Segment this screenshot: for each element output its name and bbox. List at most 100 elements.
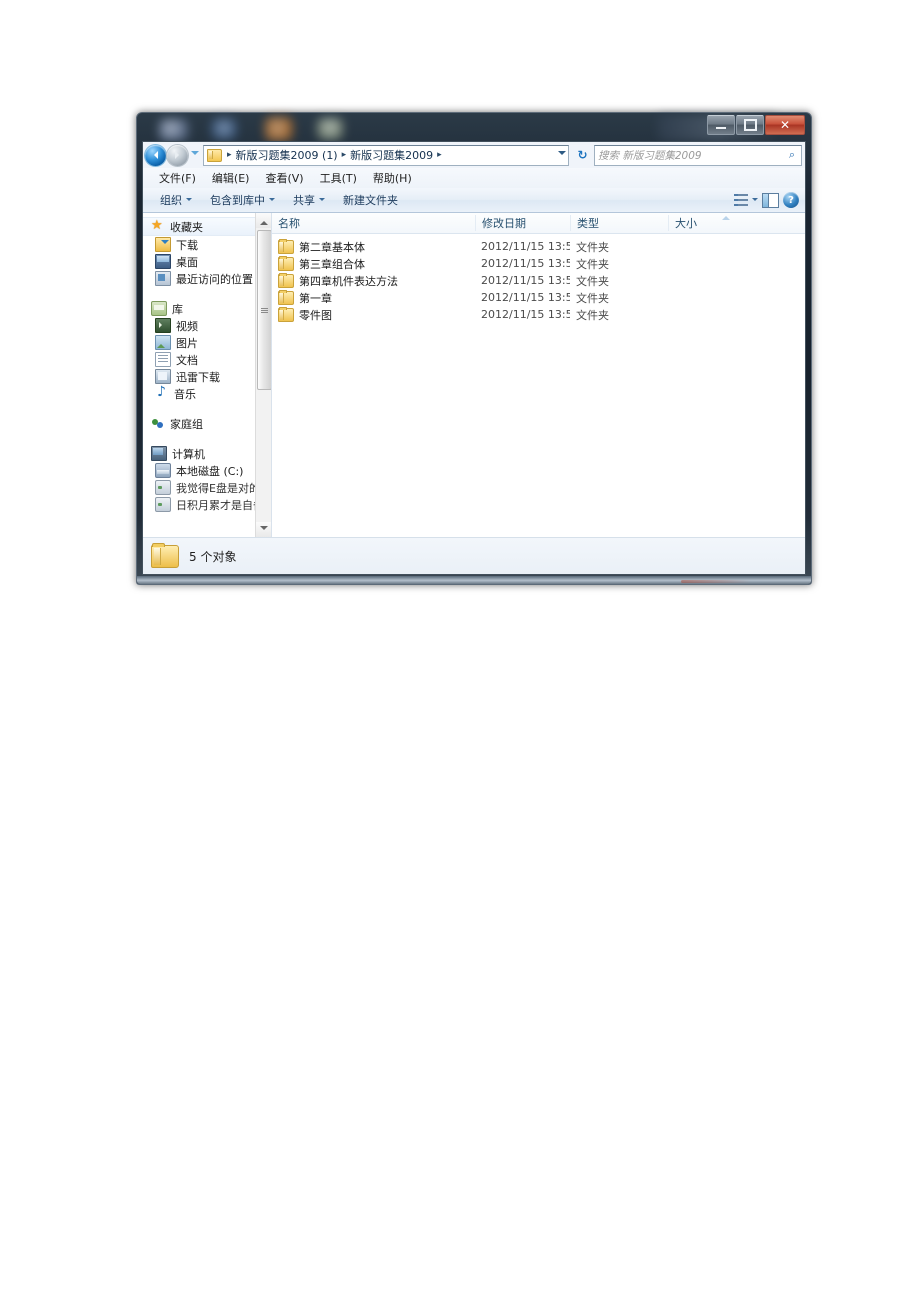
table-row[interactable]: 第四章机件表达方法 2012/11/15 13:56 文件夹: [272, 272, 805, 289]
sidebar-item-favorites[interactable]: 收藏夹: [143, 217, 271, 236]
sidebar-item-drive-e[interactable]: 我觉得E盘是对的: [143, 479, 271, 496]
file-name-label: 第二章基本体: [299, 240, 365, 254]
column-header-name[interactable]: 名称: [272, 215, 475, 231]
file-name-label: 第三章组合体: [299, 257, 365, 271]
computer-icon: [151, 446, 167, 461]
scroll-down-button[interactable]: [256, 522, 271, 537]
homegroup-icon: [151, 417, 165, 430]
column-headers: 名称 修改日期 类型 大小: [272, 213, 805, 234]
file-list-pane: 名称 修改日期 类型 大小 第二章基本体 2012/11/15 13:56 文件…: [272, 213, 805, 537]
forward-button[interactable]: [167, 144, 188, 166]
sidebar-item-recent-places[interactable]: 最近访问的位置: [143, 270, 271, 287]
file-name-label: 零件图: [299, 308, 332, 322]
refresh-button[interactable]: ↻: [574, 147, 591, 164]
triangle-up-icon: [259, 217, 268, 225]
grip-icon: [261, 307, 268, 313]
share-with-button[interactable]: 共享: [284, 189, 334, 211]
folder-icon: [278, 272, 294, 288]
music-icon: [155, 384, 169, 400]
new-folder-button[interactable]: 新建文件夹: [334, 189, 407, 211]
menu-item-help[interactable]: 帮助(H): [365, 168, 420, 188]
sidebar-item-label: 本地磁盘 (C:): [176, 464, 244, 478]
nav-group-spacer: [143, 432, 271, 445]
cell-type: 文件夹: [576, 274, 609, 288]
column-header-type[interactable]: 类型: [570, 215, 668, 231]
include-in-library-button[interactable]: 包含到库中: [201, 189, 284, 211]
folder-icon: [207, 148, 222, 162]
column-header-size[interactable]: 大小: [668, 215, 730, 231]
sidebar-item-documents[interactable]: 文档: [143, 351, 271, 368]
sidebar-item-pictures[interactable]: 图片: [143, 334, 271, 351]
window-glass-frame: ✕ ▸ 新版习题集2009 (1) ▸ 新版习题集2009 ▸ ↻ 搜索 新版习…: [136, 112, 812, 585]
sidebar-item-label: 下载: [176, 238, 198, 252]
back-arrow-icon: [150, 151, 158, 159]
folder-icon: [278, 289, 294, 305]
table-row[interactable]: 零件图 2012/11/15 13:56 文件夹: [272, 306, 805, 323]
scroll-up-button[interactable]: [256, 213, 271, 228]
sidebar-item-downloads[interactable]: 下载: [143, 236, 271, 253]
window-controls: ✕: [707, 115, 805, 135]
cell-type: 文件夹: [576, 257, 609, 271]
cell-name: 第一章: [272, 289, 475, 306]
column-header-date-modified[interactable]: 修改日期: [475, 215, 570, 231]
table-row[interactable]: 第三章组合体 2012/11/15 13:56 文件夹: [272, 255, 805, 272]
breadcrumb[interactable]: ▸ 新版习题集2009 (1) ▸ 新版习题集2009 ▸: [203, 144, 569, 166]
breadcrumb-chevron-down-icon[interactable]: [558, 151, 566, 159]
breadcrumb-separator: ▸: [227, 150, 232, 160]
scrollbar-thumb[interactable]: [257, 230, 271, 390]
desktop-blur-smudge: [159, 119, 189, 141]
menu-item-view[interactable]: 查看(V): [257, 168, 311, 188]
menu-item-file[interactable]: 文件(F): [151, 168, 204, 188]
sidebar-item-videos[interactable]: 视频: [143, 317, 271, 334]
close-icon: ✕: [779, 118, 791, 132]
sidebar-item-label: 库: [172, 302, 183, 316]
forward-arrow-icon: [175, 151, 183, 159]
organize-button[interactable]: 组织: [151, 189, 201, 211]
chevron-down-icon: [186, 198, 192, 204]
nav-group-homegroup: 家庭组: [143, 415, 271, 432]
sidebar-item-label: 我觉得E盘是对的: [176, 481, 260, 495]
sidebar-item-label: 计算机: [172, 447, 205, 461]
table-row[interactable]: 第一章 2012/11/15 13:56 文件夹: [272, 289, 805, 306]
sidebar-item-libraries[interactable]: 库: [143, 300, 271, 317]
table-row[interactable]: 第二章基本体 2012/11/15 13:56 文件夹: [272, 238, 805, 255]
menu-item-tools[interactable]: 工具(T): [312, 168, 365, 188]
drive-icon: [155, 497, 171, 512]
sidebar-item-computer[interactable]: 计算机: [143, 445, 271, 462]
cell-type: 文件夹: [576, 308, 609, 322]
preview-pane-icon[interactable]: [762, 192, 779, 208]
folder-icon: [151, 542, 179, 568]
back-button[interactable]: [145, 144, 166, 166]
sidebar-item-thunder-download[interactable]: 迅雷下载: [143, 368, 271, 385]
search-box[interactable]: 搜索 新版习题集2009 ⌕: [594, 144, 802, 166]
desktop-blur-smudge: [211, 118, 237, 140]
sidebar-item-homegroup[interactable]: 家庭组: [143, 415, 271, 432]
close-button[interactable]: ✕: [765, 115, 805, 135]
navigation-pane: 收藏夹 下载 桌面 最近访问的位置: [143, 213, 272, 537]
sidebar-item-music[interactable]: 音乐: [143, 384, 271, 402]
recent-pages-chevron-down-icon[interactable]: [191, 151, 199, 159]
breadcrumb-item-1[interactable]: 新版习题集2009: [348, 147, 435, 163]
cell-name: 第二章基本体: [272, 238, 475, 255]
thunder-download-icon: [155, 369, 171, 384]
explorer-window: ✕ ▸ 新版习题集2009 (1) ▸ 新版习题集2009 ▸ ↻ 搜索 新版习…: [136, 112, 812, 585]
cell-date: 2012/11/15 13:56: [481, 291, 570, 304]
sidebar-item-local-disk-c[interactable]: 本地磁盘 (C:): [143, 462, 271, 479]
status-bar: 5 个对象: [143, 537, 805, 574]
minimize-button[interactable]: [707, 115, 735, 135]
menu-bar: 文件(F) 编辑(E) 查看(V) 工具(T) 帮助(H): [143, 168, 805, 188]
menu-item-edit[interactable]: 编辑(E): [204, 168, 258, 188]
new-folder-label: 新建文件夹: [343, 194, 398, 207]
folder-icon: [278, 238, 294, 254]
view-options-icon[interactable]: [734, 194, 748, 206]
refresh-icon: ↻: [577, 148, 588, 162]
sidebar-item-drive-f[interactable]: 日积月累才是自备 (: [143, 496, 271, 513]
breadcrumb-item-0[interactable]: 新版习题集2009 (1): [234, 147, 340, 163]
sidebar-item-desktop[interactable]: 桌面: [143, 253, 271, 270]
maximize-button[interactable]: [736, 115, 764, 135]
help-icon[interactable]: ?: [783, 192, 799, 208]
navigation-pane-scrollbar[interactable]: [255, 213, 271, 537]
search-input[interactable]: 搜索 新版习题集2009: [598, 148, 786, 163]
view-options-caret-icon[interactable]: [752, 198, 758, 204]
file-name-label: 第一章: [299, 291, 332, 305]
